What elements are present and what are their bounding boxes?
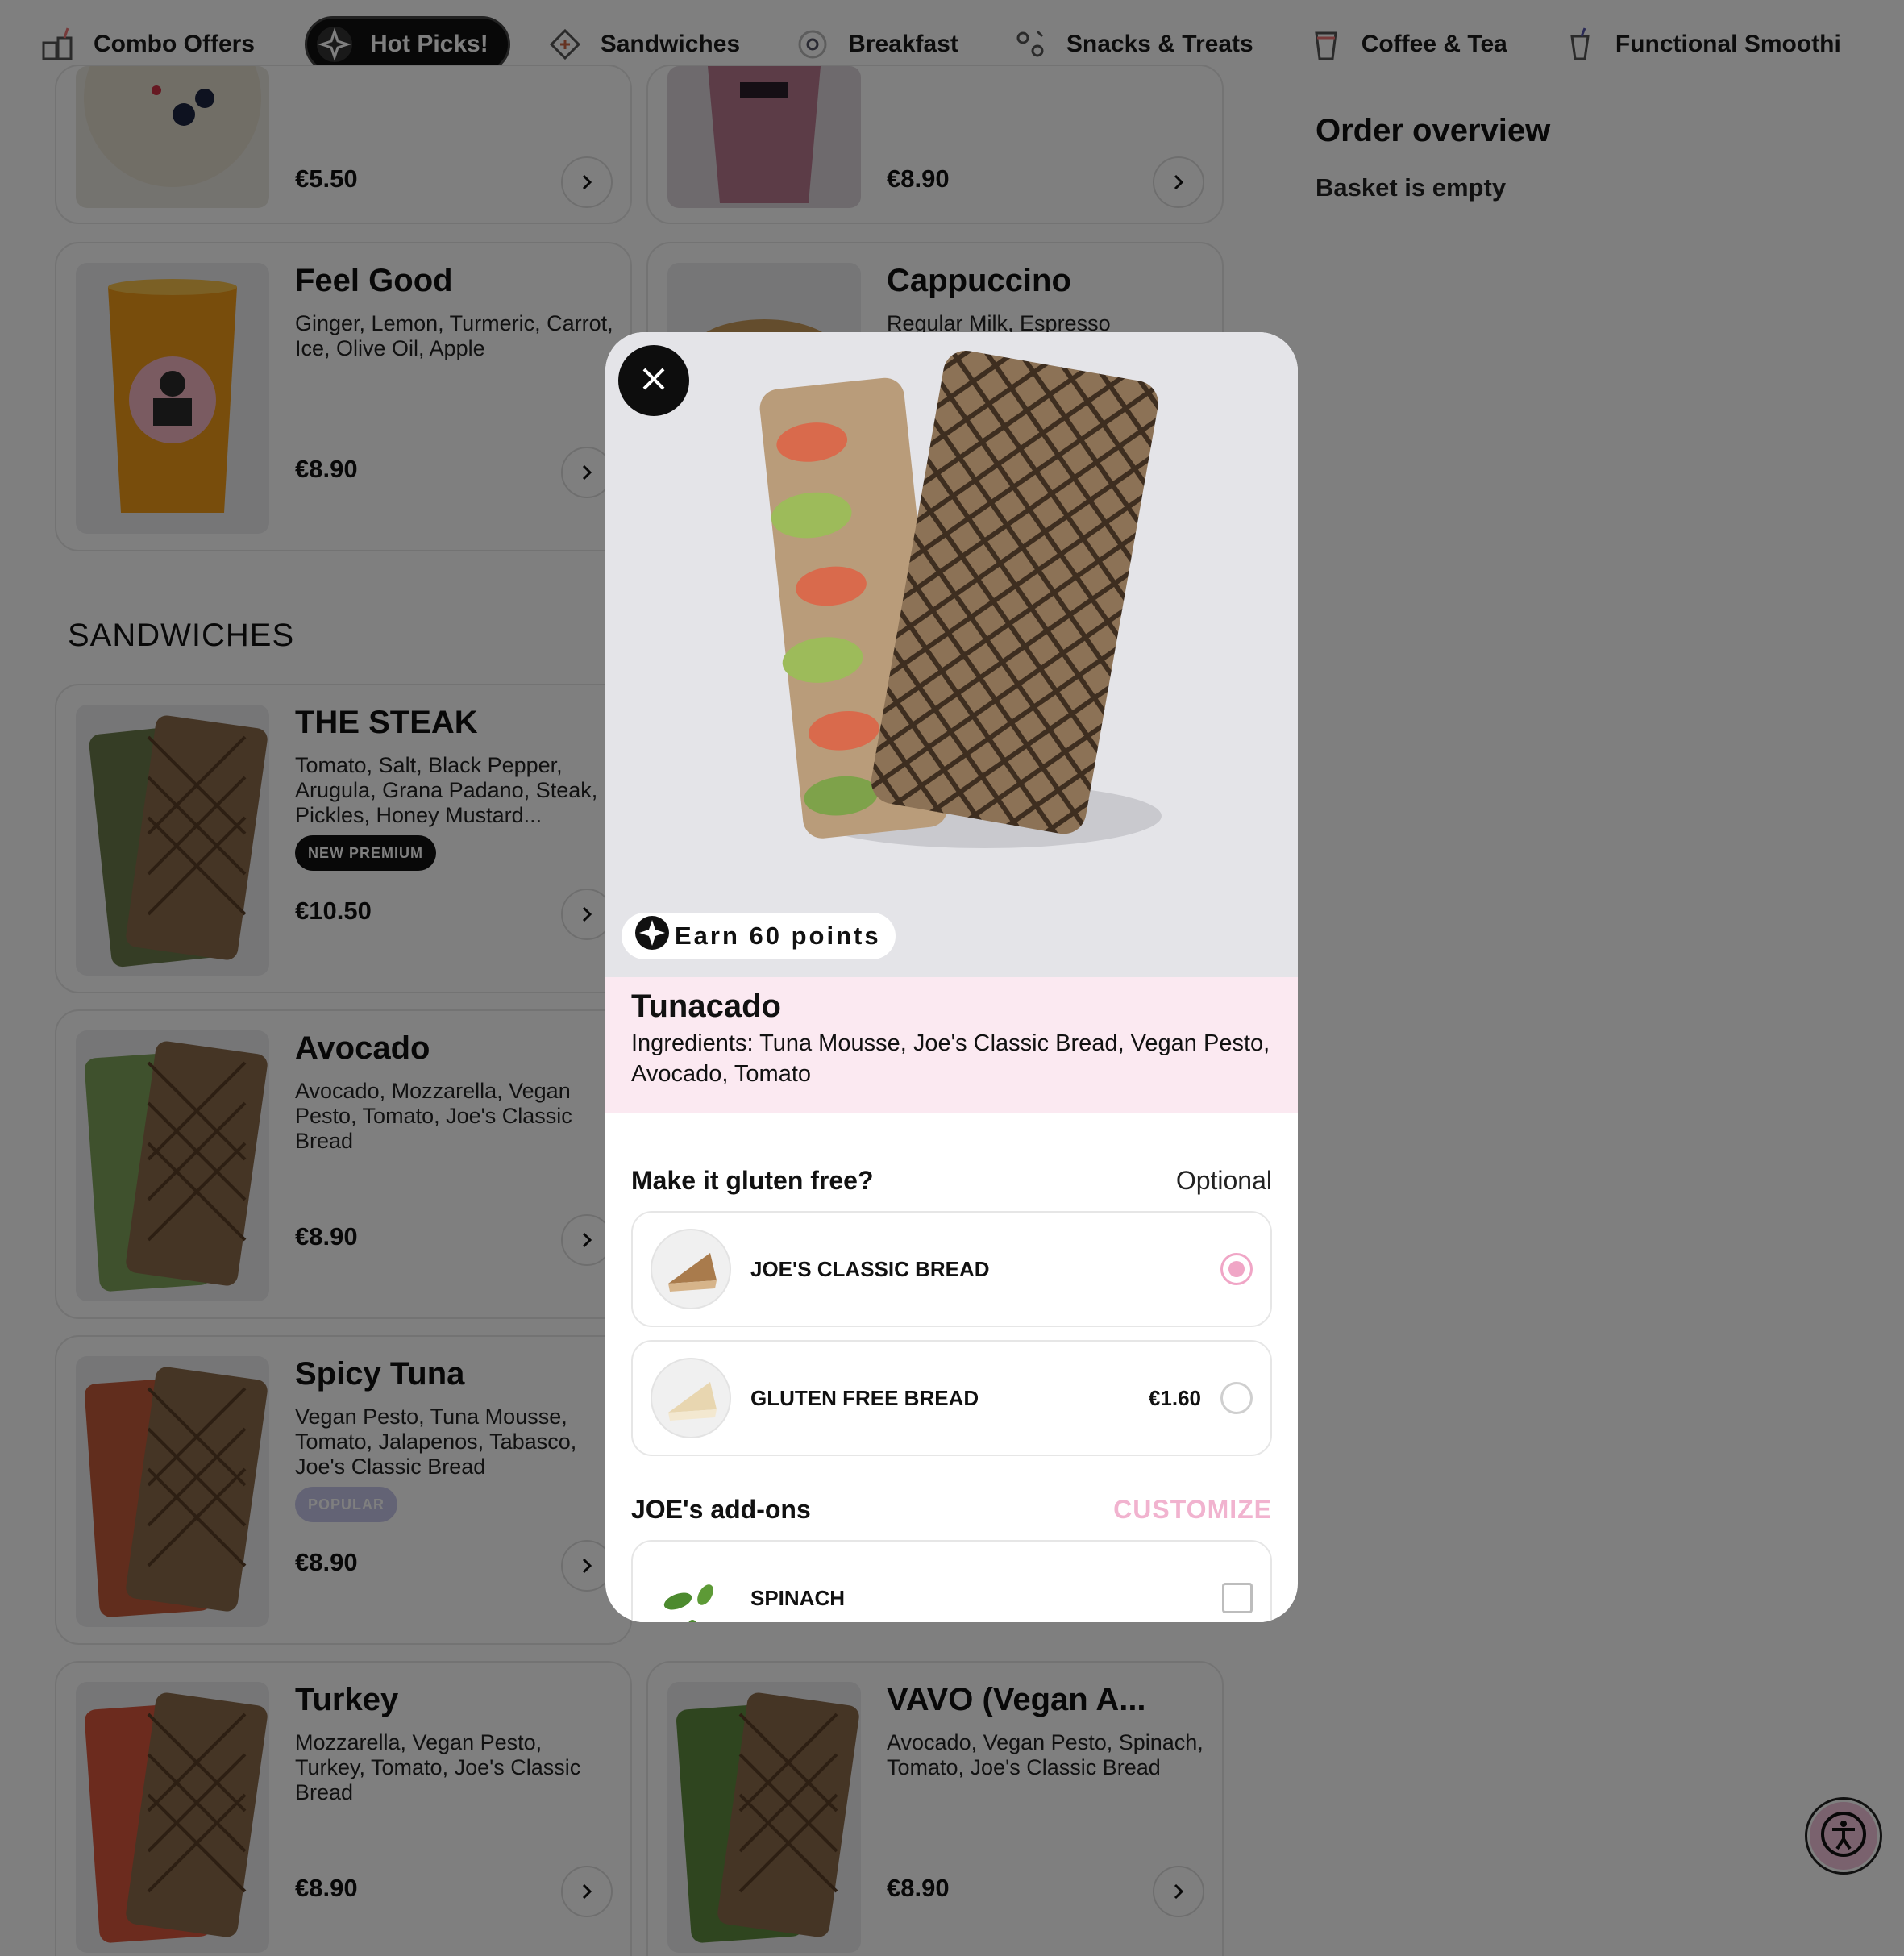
gluten-free-header: Make it gluten free? Optional [631, 1166, 1272, 1196]
addons-header: JOE's add-ons CUSTOMIZE [631, 1495, 1272, 1525]
product-info: Tunacado Ingredients: Tuna Mousse, Joe's… [605, 977, 1298, 1113]
earn-points-badge: Earn 60 points [622, 913, 896, 959]
radio-button-selected[interactable] [1220, 1253, 1253, 1285]
gluten-free-title: Make it gluten free? [631, 1166, 874, 1195]
option-classic-bread[interactable]: JOE'S CLASSIC BREAD [631, 1211, 1272, 1327]
option-price: €1.60 [1148, 1385, 1201, 1410]
option-label: JOE'S CLASSIC BREAD [750, 1256, 990, 1281]
addon-label: SPINACH [750, 1585, 846, 1610]
addon-spinach[interactable]: SPINACH [631, 1540, 1272, 1622]
addons-title: JOE's add-ons [631, 1495, 811, 1524]
customize-button[interactable]: CUSTOMIZE [1113, 1495, 1272, 1525]
spinach-image [651, 1558, 731, 1622]
product-modal: Earn 60 points Tunacado Ingredients: Tun… [605, 332, 1298, 1622]
product-name: Tunacado [631, 988, 781, 1024]
product-hero-image: Earn 60 points [605, 332, 1298, 977]
optional-tag: Optional [1175, 1166, 1272, 1195]
option-label: GLUTEN FREE BREAD [750, 1385, 979, 1410]
gluten-free-bread-image [651, 1358, 731, 1438]
earn-points-text: Earn 60 points [675, 922, 881, 950]
radio-button[interactable] [1220, 1382, 1253, 1414]
addon-checkbox[interactable] [1222, 1583, 1253, 1613]
close-icon [639, 364, 668, 397]
classic-bread-image [651, 1229, 731, 1309]
option-gluten-free-bread[interactable]: GLUTEN FREE BREAD €1.60 [631, 1340, 1272, 1456]
close-button[interactable] [618, 345, 689, 416]
product-ingredients: Ingredients: Tuna Mousse, Joe's Classic … [631, 1030, 1270, 1087]
star-icon [634, 915, 670, 957]
